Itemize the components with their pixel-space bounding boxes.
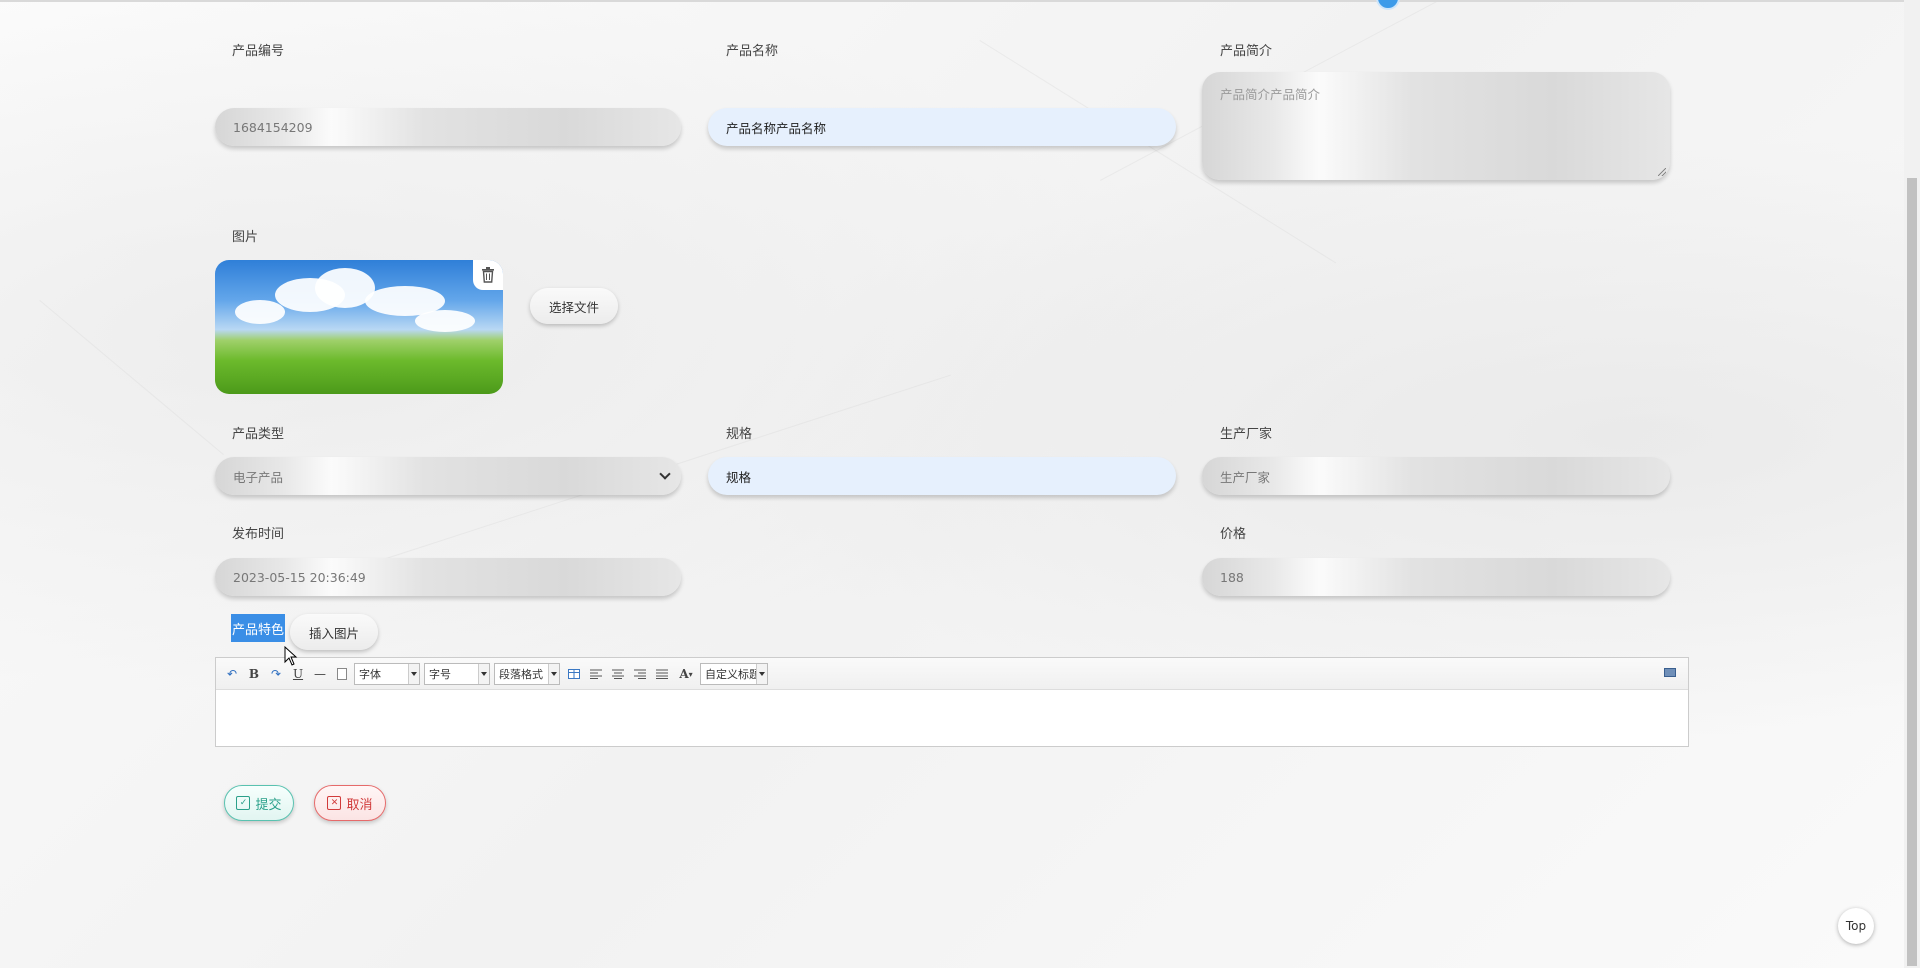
product-intro-placeholder: 产品简介产品简介	[1220, 87, 1321, 102]
align-right-icon[interactable]	[630, 664, 650, 684]
publish-time-input[interactable]: 2023-05-15 20:36:49	[215, 558, 681, 596]
align-center-icon[interactable]	[608, 664, 628, 684]
choose-file-button[interactable]: 选择文件	[530, 288, 618, 324]
dropdown-arrow-icon	[548, 663, 559, 684]
bold-icon[interactable]: B	[244, 664, 264, 684]
product-type-select[interactable]: 电子产品	[215, 457, 681, 495]
font-size-value: 字号	[429, 667, 451, 681]
align-left-icon[interactable]	[586, 664, 606, 684]
delete-image-button[interactable]	[473, 260, 503, 290]
submit-label: 提交	[255, 797, 282, 813]
editor-content-area[interactable]	[216, 690, 1688, 748]
user-avatar[interactable]	[1376, 0, 1400, 10]
image-label: 图片	[232, 230, 259, 245]
undo-icon[interactable]: ↶	[222, 664, 242, 684]
manufacturer-label: 生产厂家	[1220, 427, 1273, 442]
cancel-button[interactable]: ✕ 取消	[314, 785, 386, 821]
background-decoration	[39, 300, 224, 456]
justify-icon[interactable]	[652, 664, 672, 684]
font-family-select[interactable]: 字体	[354, 662, 420, 685]
dropdown-arrow-icon	[756, 663, 767, 684]
custom-heading-select[interactable]: 自定义标题	[700, 662, 768, 685]
dropdown-arrow-icon	[408, 663, 419, 684]
paragraph-format-value: 段落格式	[499, 667, 543, 681]
spec-value: 规格	[726, 469, 752, 485]
rich-text-editor[interactable]: ↶ B ↷ U — 字体 字号 段落格式 A ▾ 自定义标题	[215, 657, 1689, 747]
top-border	[0, 0, 1904, 2]
product-intro-textarea[interactable]: 产品简介产品简介	[1202, 72, 1670, 180]
editor-toolbar: ↶ B ↷ U — 字体 字号 段落格式 A ▾ 自定义标题	[216, 658, 1688, 690]
product-no-input[interactable]: 1684154209	[215, 108, 681, 146]
paste-icon[interactable]	[332, 664, 352, 684]
publish-time-value: 2023-05-15 20:36:49	[233, 569, 366, 585]
table-icon[interactable]	[564, 664, 584, 684]
custom-heading-value: 自定义标题	[705, 667, 760, 681]
dropdown-arrow-icon	[478, 663, 489, 684]
spec-input[interactable]: 规格	[708, 457, 1176, 495]
vertical-scrollbar[interactable]	[1904, 0, 1920, 968]
product-name-value: 产品名称产品名称	[726, 120, 827, 136]
mouse-cursor-icon	[284, 646, 298, 666]
font-size-select[interactable]: 字号	[424, 662, 490, 685]
fullscreen-icon[interactable]	[1660, 663, 1680, 683]
submit-button[interactable]: ✓ 提交	[224, 785, 294, 821]
scrollbar-thumb[interactable]	[1907, 178, 1917, 966]
back-to-top-button[interactable]: Top	[1838, 908, 1874, 944]
resize-grip-icon[interactable]	[1658, 168, 1666, 176]
product-no-value: 1684154209	[233, 119, 313, 135]
manufacturer-input[interactable]: 生产厂家	[1202, 457, 1670, 495]
font-color-icon[interactable]: A ▾	[674, 664, 698, 684]
price-value: 188	[1220, 569, 1244, 585]
product-image-preview	[215, 260, 503, 394]
font-family-value: 字体	[359, 667, 381, 681]
horizontal-rule-icon[interactable]: —	[310, 664, 330, 684]
features-label: 产品特色	[231, 614, 286, 642]
product-type-value: 电子产品	[233, 469, 284, 485]
product-no-label: 产品编号	[232, 44, 285, 59]
cloud-shape	[235, 300, 285, 324]
product-name-input[interactable]: 产品名称产品名称	[708, 108, 1176, 146]
publish-time-label: 发布时间	[232, 527, 285, 542]
price-input[interactable]: 188	[1202, 558, 1670, 596]
insert-image-button[interactable]: 插入图片	[290, 614, 378, 650]
price-label: 价格	[1220, 527, 1247, 542]
trash-icon	[482, 267, 494, 283]
paragraph-format-select[interactable]: 段落格式	[494, 662, 560, 685]
product-intro-label: 产品简介	[1220, 44, 1273, 59]
redo-icon[interactable]: ↷	[266, 664, 286, 684]
cloud-shape	[415, 310, 475, 332]
product-name-label: 产品名称	[726, 44, 779, 59]
check-icon: ✓	[236, 796, 251, 810]
product-type-label: 产品类型	[232, 427, 285, 442]
cancel-label: 取消	[346, 797, 373, 813]
chevron-down-icon	[659, 468, 671, 480]
spec-label: 规格	[726, 427, 753, 442]
close-icon: ✕	[327, 796, 342, 810]
manufacturer-placeholder: 生产厂家	[1220, 469, 1271, 485]
underline-icon[interactable]: U	[288, 664, 308, 684]
